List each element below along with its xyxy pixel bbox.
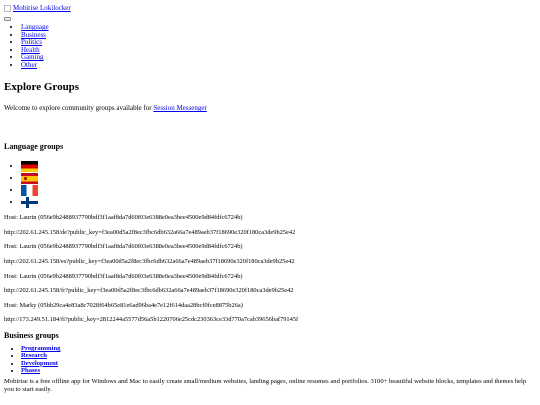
nav-link-other[interactable]: Other — [21, 61, 37, 69]
menu-toggle-button[interactable] — [4, 17, 11, 22]
flag-item-finland — [21, 196, 536, 209]
business-link-development[interactable]: Development — [21, 360, 58, 367]
group-url: http://173.249.51.184/fi?public_key=2812… — [4, 316, 299, 324]
brand-logo-link[interactable]: Mobirise Lokilocker — [4, 4, 71, 13]
page-title: Explore Groups — [4, 81, 80, 94]
business-link-programming[interactable]: Programming — [21, 345, 60, 352]
flag-finland-icon — [21, 197, 38, 209]
broken-image-icon — [4, 5, 11, 12]
session-messenger-link[interactable]: Session Messenger — [153, 104, 206, 112]
nav-item-gaming: Gaming — [21, 54, 536, 62]
language-flags-list — [4, 160, 536, 209]
flag-france-icon — [21, 185, 38, 197]
nav-item-business: Business — [21, 31, 536, 40]
flag-link-france[interactable] — [21, 185, 38, 197]
flag-item-spain — [21, 172, 536, 185]
list-item: Phases — [21, 367, 536, 374]
group-url: http://202.61.245.158/de?public_key=f3ea… — [4, 228, 296, 236]
group-url: http://202.61.245.158/es?public_key=f3ea… — [4, 258, 295, 266]
host-info: Host: Laurin (056e9b2488937790bdf3f1aaf8… — [4, 272, 243, 280]
main-nav: Language Business Politics Health Gaming… — [4, 24, 536, 69]
host-info: Host: Laurin (056e9b2488937790bdf3f1aaf8… — [4, 243, 243, 251]
list-item: Programming — [21, 345, 536, 352]
host-info: Host: Laurin (056e9b2488937790bdf3f1aaf8… — [4, 214, 243, 222]
nav-item-politics: Politics — [21, 39, 536, 47]
flag-link-finland[interactable] — [21, 197, 38, 209]
page: Mobirise Lokilocker Language Business Po… — [0, 0, 540, 405]
group-url: http://202.61.245.158/fr?public_key=f3ea… — [4, 287, 294, 295]
host-list: Host: Laurin (056e9b2488937790bdf3f1aaf8… — [4, 214, 536, 323]
business-groups-list: Programming Research Development Phases — [4, 345, 536, 374]
language-groups-heading: Language groups — [4, 142, 64, 152]
flag-item-germany — [21, 160, 536, 173]
host-info: Host: Marky (05bb29ca4e83a8c7028f64b65e8… — [4, 301, 243, 309]
nav-item-health: Health — [21, 46, 536, 55]
flag-germany-icon — [21, 161, 38, 173]
intro-text: Welcome to explore community groups avai… — [4, 104, 152, 113]
flag-link-spain[interactable] — [21, 173, 38, 185]
list-item: Research — [21, 352, 536, 359]
list-item: Development — [21, 360, 536, 367]
flag-item-france — [21, 184, 536, 197]
flag-spain-icon — [21, 173, 38, 185]
business-link-phases[interactable]: Phases — [21, 367, 40, 374]
nav-item-language: Language — [21, 24, 536, 32]
flag-link-germany[interactable] — [21, 161, 38, 173]
intro-paragraph: Welcome to explore community groups avai… — [4, 104, 536, 112]
business-groups-heading: Business groups — [4, 331, 59, 340]
brand-logo-alt-text: Mobirise Lokilocker — [13, 4, 71, 13]
footer-text: Mobirise is a free offline app for Windo… — [4, 378, 527, 394]
nav-item-other: Other — [21, 61, 536, 70]
business-link-research[interactable]: Research — [21, 352, 47, 359]
